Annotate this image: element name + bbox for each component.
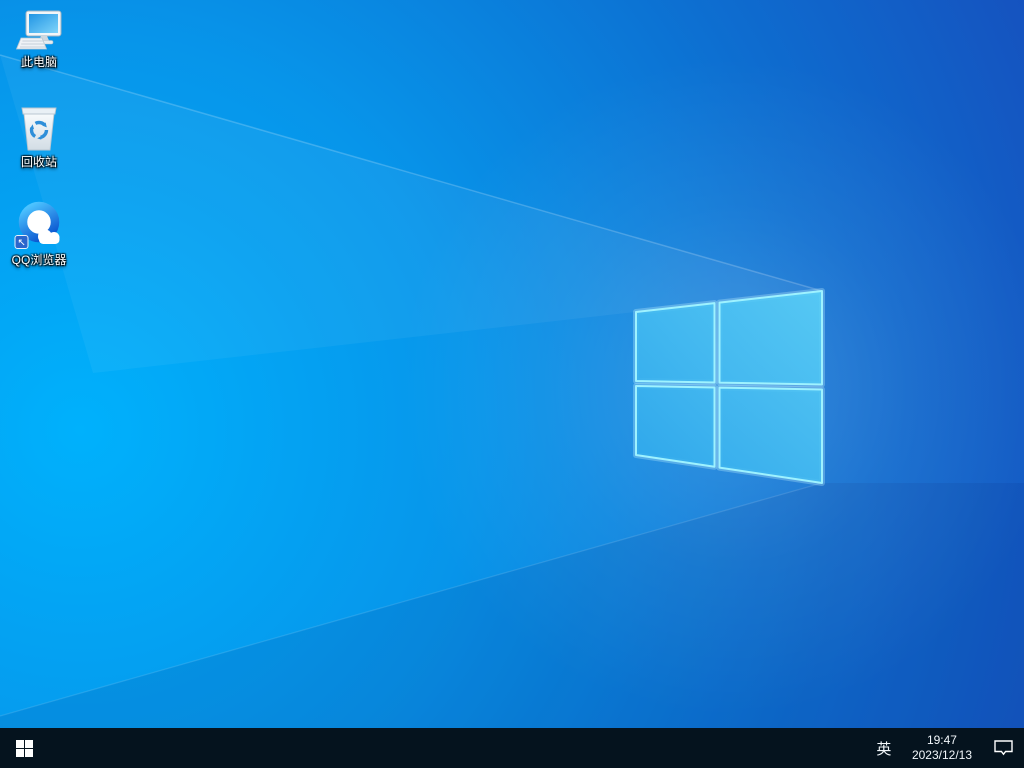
desktop-icon-qq-browser[interactable]: ↖ QQ浏览器 [0,200,78,267]
qq-browser-icon: ↖ [14,201,60,249]
ime-indicator[interactable]: 英 [866,728,902,768]
taskbar: 英 19:47 2023/12/13 [0,728,1024,768]
desktop-icon-this-pc[interactable]: 此电脑 [0,10,78,69]
desktop-icon-recycle-bin[interactable]: 回收站 [0,104,78,169]
shortcut-arrow-badge: ↖ [14,235,29,249]
action-center-button[interactable] [982,728,1024,768]
desktop-icon-label: 此电脑 [20,55,57,69]
this-pc-icon [15,10,62,50]
desktop-icon-label: QQ浏览器 [11,253,67,267]
clock-time: 19:47 [926,733,957,747]
windows-logo-icon [15,739,33,757]
desktop-icon-label: 回收站 [20,155,57,169]
recycle-bin-icon [21,107,57,151]
system-tray: 英 19:47 2023/12/13 [866,728,1024,768]
taskbar-clock[interactable]: 19:47 2023/12/13 [902,728,982,768]
notification-icon [993,740,1013,756]
start-button[interactable] [0,728,48,768]
clock-date: 2023/12/13 [911,748,972,762]
windows-desktop: 此电脑 回收站 ↖ QQ浏览器 英 19:47 2023/12/13 [0,0,1024,768]
svg-text:↖: ↖ [17,238,25,249]
wallpaper [0,0,1024,768]
